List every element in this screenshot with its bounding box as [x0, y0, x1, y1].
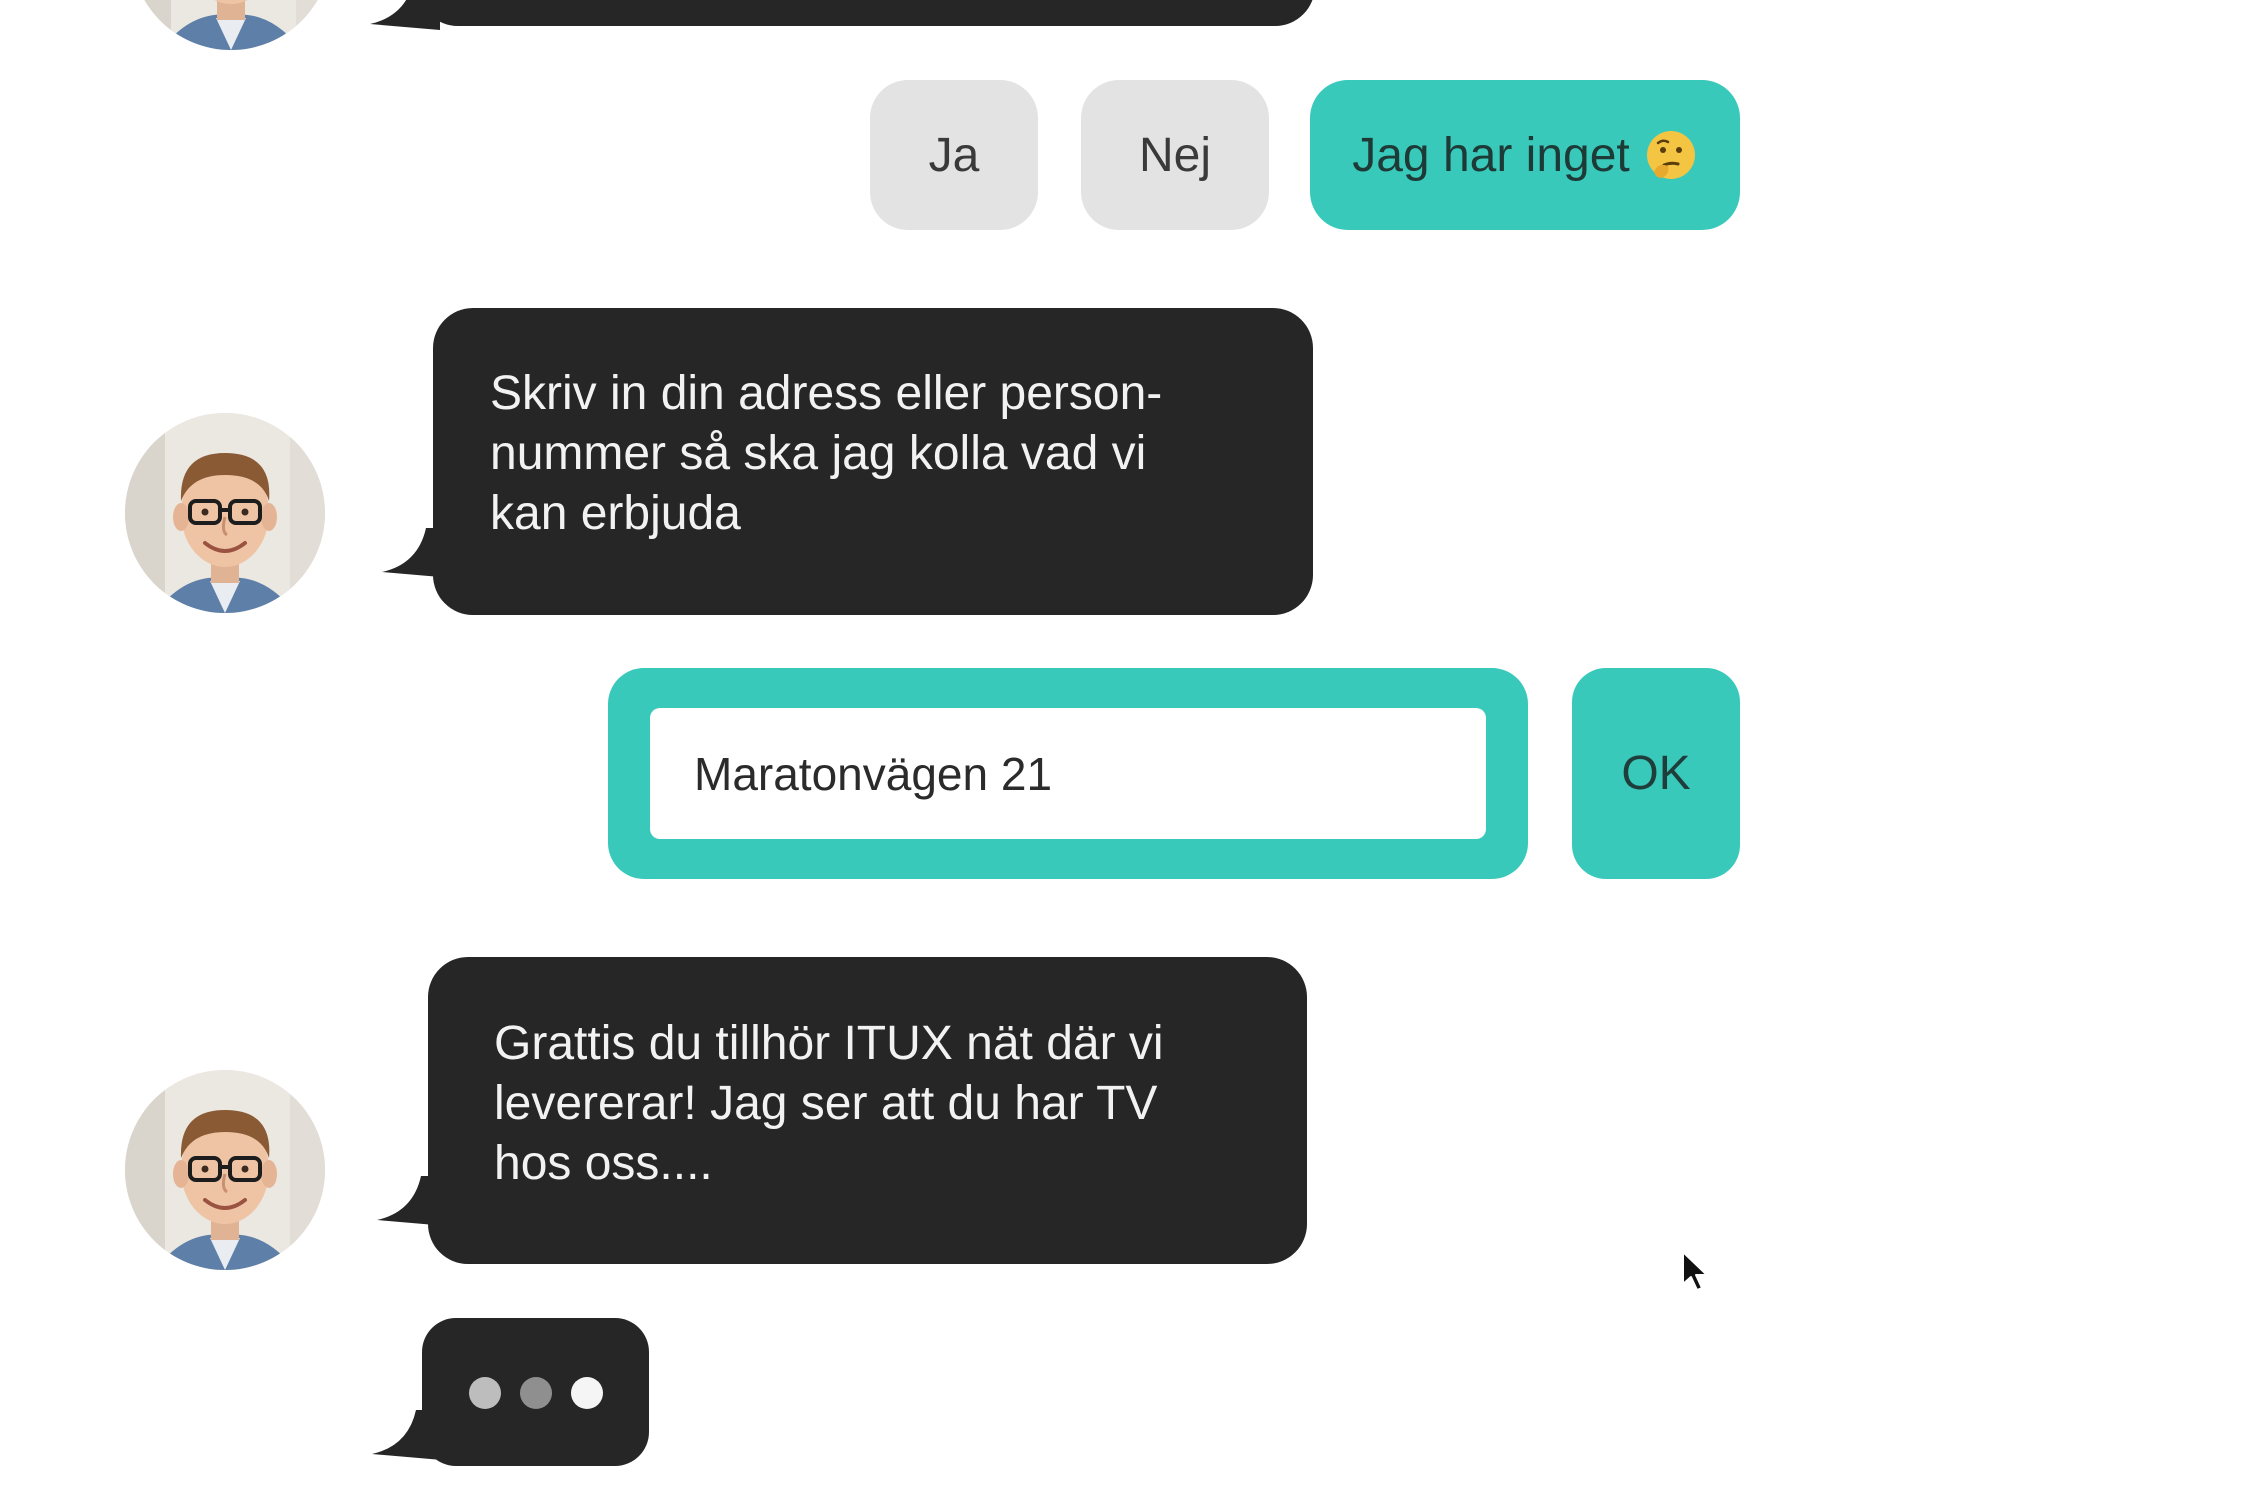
thinking-face-icon [1644, 128, 1698, 182]
bot-avatar [125, 1070, 325, 1270]
reply-none-button[interactable]: Jag har inget [1310, 80, 1740, 230]
bubble-tail [382, 528, 452, 578]
chat-window: Ja Nej Jag har inget Skriv in din adress… [0, 0, 2253, 1503]
reply-no-button[interactable]: Nej [1081, 80, 1269, 230]
ok-button-label: OK [1621, 747, 1691, 800]
bot-avatar [131, 0, 331, 50]
bot-avatar-image [131, 0, 331, 50]
bubble-tail [377, 1176, 447, 1226]
typing-dot [571, 1377, 603, 1409]
typing-dot [469, 1377, 501, 1409]
mouse-pointer-icon [1682, 1251, 1708, 1291]
reply-no-label: Nej [1138, 128, 1212, 182]
reply-yes-button[interactable]: Ja [870, 80, 1038, 230]
ok-button[interactable]: OK [1572, 668, 1740, 879]
bubble-tail [370, 0, 440, 30]
reply-yes-label: Ja [928, 128, 980, 182]
bot-avatar-image [125, 1070, 325, 1270]
typing-dot [520, 1377, 552, 1409]
address-input[interactable] [650, 708, 1486, 839]
bubble-tail [372, 1410, 442, 1460]
bot-avatar-image [125, 413, 325, 613]
bot-message-bubble [418, 0, 1315, 26]
reply-none-label: Jag har inget [1352, 128, 1630, 182]
bot-message-text: Grattis du tillhör ITUX nät där vi lever… [494, 1017, 1164, 1190]
bot-avatar [125, 413, 325, 613]
bot-message-text: Skriv in din adress eller person- nummer… [490, 367, 1163, 540]
